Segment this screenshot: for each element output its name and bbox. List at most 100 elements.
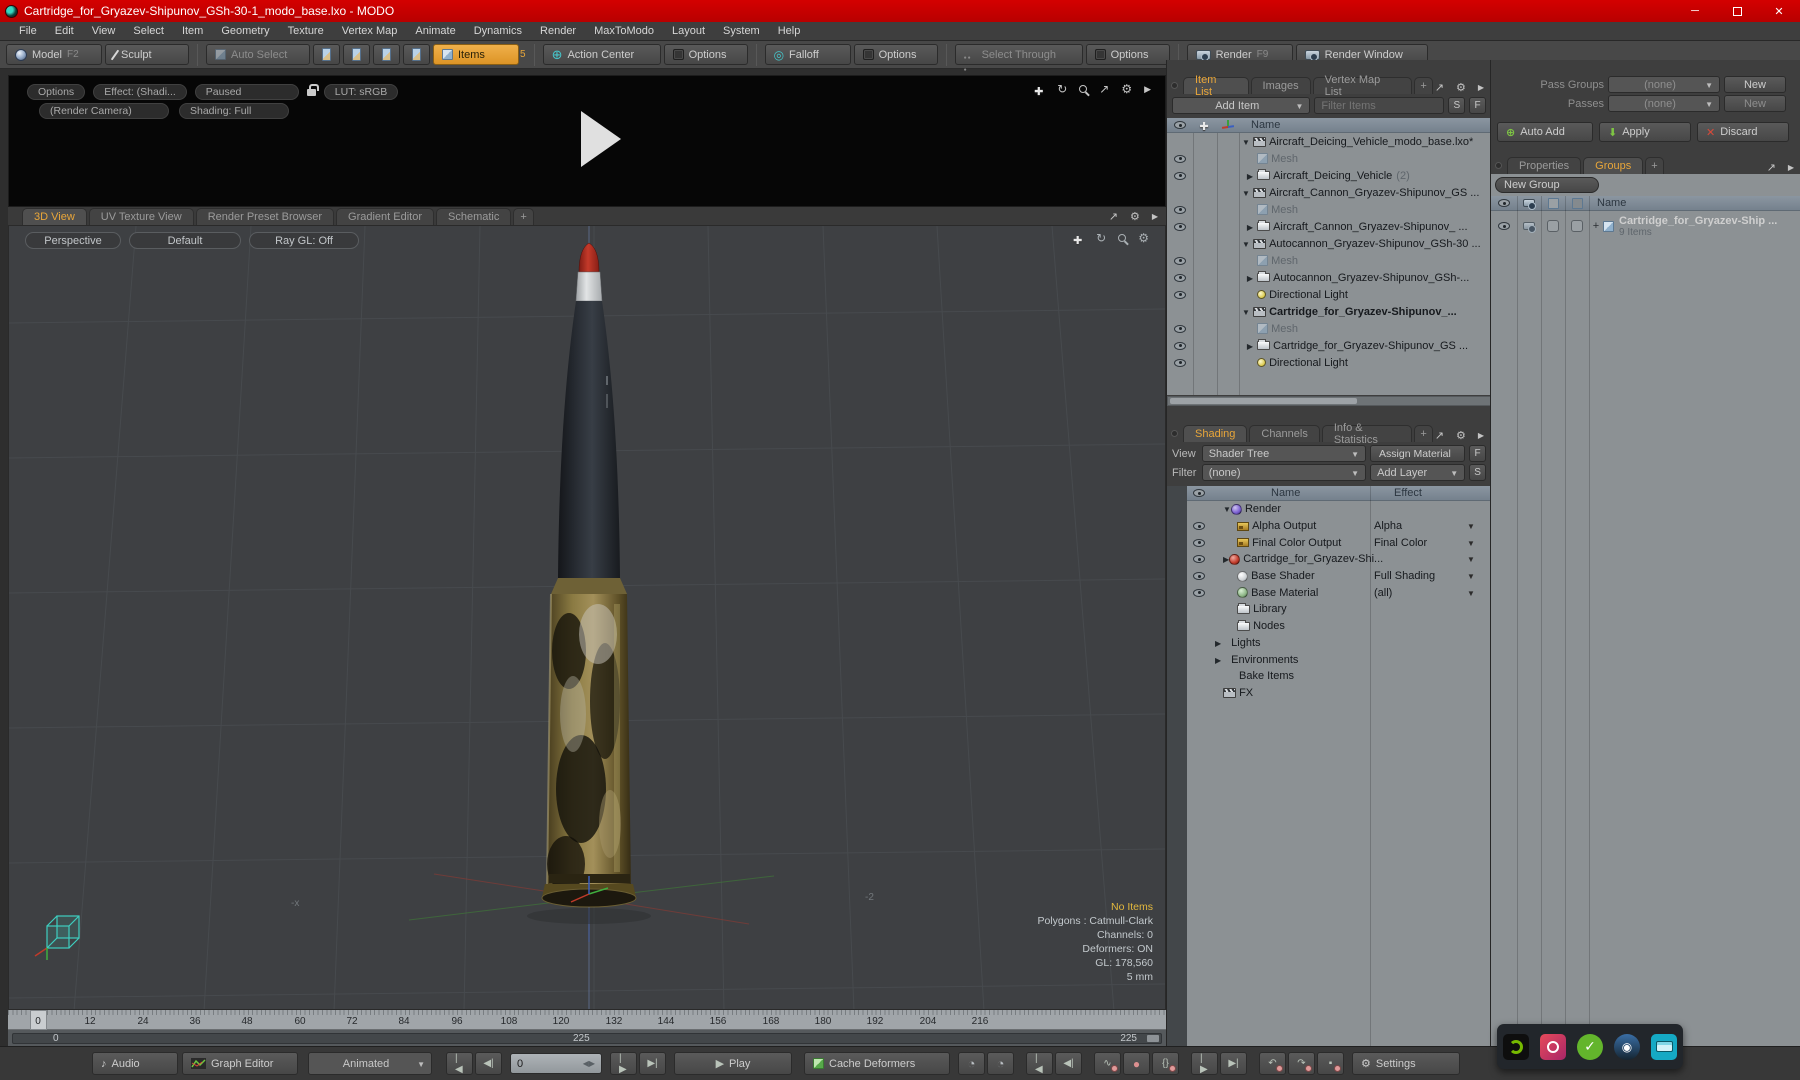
panel-arrow-icon[interactable] <box>1478 431 1484 440</box>
options-button-1[interactable]: Options <box>663 44 748 65</box>
pan-icon[interactable] <box>1034 84 1045 95</box>
auto-add-button[interactable]: ⊕ Auto Add <box>1497 122 1593 142</box>
edges-mode-button[interactable] <box>343 44 370 65</box>
preview-paused-button[interactable]: Paused <box>194 84 299 100</box>
auto-key-button-1[interactable]: ↶ <box>1259 1052 1286 1075</box>
range-handle[interactable] <box>1147 1035 1159 1042</box>
timeline-ruler[interactable]: 0 12 24 36 48 60 72 84 96 108 120 132 14… <box>8 1010 1166 1030</box>
menu-vertex-map[interactable]: Vertex Map <box>333 25 407 37</box>
add-layer-dropdown[interactable]: Add Layer <box>1370 464 1466 481</box>
table-row[interactable]: Bake Items <box>1167 668 1491 685</box>
table-row[interactable]: Library <box>1167 601 1491 618</box>
filter-checkbox[interactable] <box>1547 220 1559 232</box>
expander-icon[interactable] <box>1243 340 1257 352</box>
expand-icon[interactable] <box>1767 161 1776 174</box>
selected-filter-button[interactable]: S <box>1448 97 1466 114</box>
close-button[interactable]: ✕ <box>1758 0 1800 22</box>
table-row[interactable]: Cartridge_for_Gryazev-Shipunov_... <box>1167 303 1491 320</box>
add-item-dropdown[interactable]: Add Item <box>1172 97 1311 114</box>
panel-arrow-icon[interactable] <box>1152 212 1158 221</box>
next-frame-key-button[interactable]: |▶ <box>1191 1052 1218 1075</box>
chevron-down-icon[interactable] <box>1467 520 1475 532</box>
table-row[interactable]: Render <box>1167 501 1491 518</box>
table-row[interactable]: FX <box>1167 685 1491 702</box>
menu-select[interactable]: Select <box>124 25 173 37</box>
tab-shading[interactable]: Shading <box>1183 425 1248 442</box>
tab-info-statistics[interactable]: Info & Statistics <box>1321 422 1413 446</box>
eye-icon[interactable] <box>1498 222 1510 230</box>
selected-filter-button[interactable]: S <box>1469 464 1487 481</box>
expander-icon[interactable] <box>1239 187 1253 199</box>
filter-button[interactable]: F <box>1469 445 1486 462</box>
tab-groups[interactable]: Groups <box>1583 157 1644 174</box>
table-row[interactable]: Cartridge_for_Gryazev-Shipunov_GS ... <box>1167 337 1491 354</box>
tab-uv-texture-view[interactable]: UV Texture View <box>88 208 194 225</box>
expand-icon[interactable] <box>1435 429 1444 442</box>
menu-item[interactable]: Item <box>173 25 212 37</box>
table-row[interactable]: Autocannon_Gryazev-Shipunov_GSh-30 ... <box>1167 235 1491 252</box>
play-button[interactable]: Play <box>674 1052 792 1075</box>
zoom-icon[interactable] <box>1118 234 1127 242</box>
preview-effect-button[interactable]: Effect: (Shadi... <box>93 84 187 100</box>
steam-icon[interactable]: ◉ <box>1614 1033 1640 1060</box>
table-row[interactable]: Nodes <box>1167 618 1491 635</box>
panel-arrow-icon[interactable] <box>1478 83 1484 92</box>
eye-icon[interactable] <box>1174 324 1186 333</box>
expander-icon[interactable] <box>1215 637 1221 649</box>
expander-icon[interactable] <box>1239 238 1253 250</box>
menu-edit[interactable]: Edit <box>46 25 83 37</box>
playback-mode-dropdown[interactable]: Animated <box>308 1052 432 1075</box>
lock-icon[interactable] <box>306 84 319 96</box>
expand-plus-icon[interactable]: + <box>1589 220 1603 232</box>
menu-view[interactable]: View <box>83 25 125 37</box>
center-mode-button[interactable] <box>403 44 430 65</box>
prev-frame-key-button[interactable]: ◀| <box>1055 1052 1082 1075</box>
default-shading-button[interactable]: Default <box>129 232 241 249</box>
cache-deformers-button[interactable]: Cache Deformers <box>804 1052 950 1075</box>
viewport-3d[interactable]: Perspective Default Ray GL: Off -x -2 No… <box>8 225 1166 1010</box>
expander-icon[interactable] <box>1239 136 1253 148</box>
table-row[interactable]: Aircraft_Deicing_Vehicle (2) <box>1167 167 1491 184</box>
pan-icon[interactable] <box>1073 233 1084 244</box>
table-row[interactable]: Base Shader Full Shading <box>1167 568 1491 585</box>
tab-add[interactable]: + <box>1414 425 1433 442</box>
chevron-down-icon[interactable] <box>1467 570 1475 582</box>
expander-icon[interactable] <box>1223 503 1231 515</box>
gear-icon[interactable] <box>1121 82 1132 96</box>
table-row[interactable]: Autocannon_Gryazev-Shipunov_GSh-... <box>1167 269 1491 286</box>
chevron-down-icon[interactable] <box>1467 587 1475 599</box>
eye-icon[interactable] <box>1174 205 1186 214</box>
tab-channels[interactable]: Channels <box>1249 425 1320 442</box>
menu-texture[interactable]: Texture <box>279 25 333 37</box>
eye-icon[interactable] <box>1193 572 1205 581</box>
view-dropdown[interactable]: Shader Tree <box>1201 445 1367 462</box>
select-through-button[interactable]: Select Through <box>954 44 1083 65</box>
key-channel-button[interactable]: ∿ <box>1094 1052 1121 1075</box>
tab-render-preset-browser[interactable]: Render Preset Browser <box>195 208 335 225</box>
minimize-button[interactable]: ─ <box>1674 0 1716 22</box>
passes-dropdown[interactable]: (none) <box>1608 95 1720 112</box>
tab-add[interactable]: + <box>513 208 534 225</box>
table-row[interactable]: Directional Light <box>1167 354 1491 371</box>
menu-system[interactable]: System <box>714 25 769 37</box>
zoom-icon[interactable] <box>1079 85 1088 93</box>
item-list-hscrollbar[interactable] <box>1167 396 1491 406</box>
table-row[interactable]: Lights <box>1167 635 1491 652</box>
table-row[interactable]: Base Material (all) <box>1167 584 1491 601</box>
prev-key-button[interactable]: |◀ <box>1026 1052 1053 1075</box>
eye-icon[interactable] <box>1174 171 1186 180</box>
next-key-button[interactable]: ▶| <box>1220 1052 1247 1075</box>
eye-icon[interactable] <box>1193 538 1205 547</box>
time-marker-button-2[interactable] <box>987 1052 1014 1075</box>
eye-icon[interactable] <box>1193 588 1205 597</box>
preview-camera-button[interactable]: (Render Camera) <box>39 103 169 119</box>
menu-layout[interactable]: Layout <box>663 25 714 37</box>
orbit-icon[interactable] <box>1057 82 1067 96</box>
preview-shading-button[interactable]: Shading: Full <box>179 103 289 119</box>
new-pass-button[interactable]: New <box>1724 95 1786 112</box>
eye-icon[interactable] <box>1174 273 1186 282</box>
graph-editor-button[interactable]: Graph Editor <box>182 1052 298 1075</box>
gear-icon[interactable] <box>1456 81 1466 94</box>
expand-icon[interactable] <box>1435 81 1444 94</box>
vertices-mode-button[interactable] <box>313 44 340 65</box>
